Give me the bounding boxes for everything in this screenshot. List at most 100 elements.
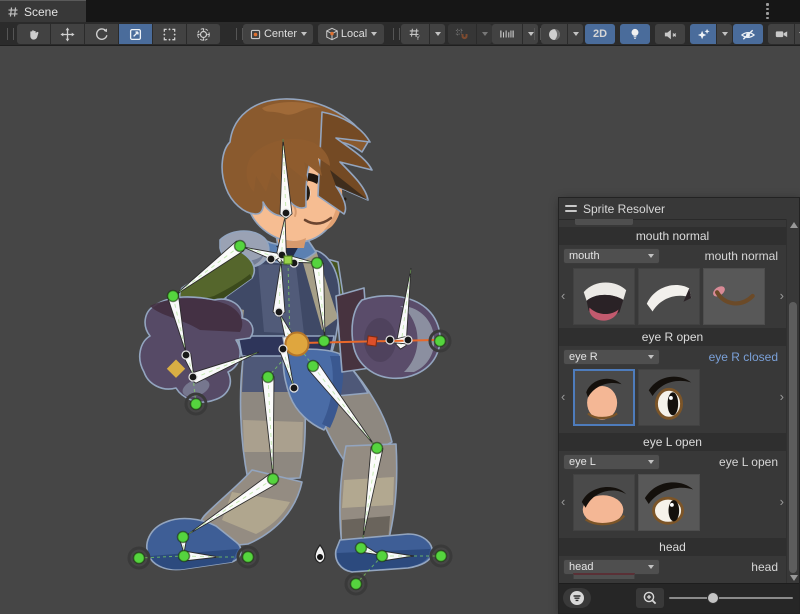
hand-tool-button[interactable] bbox=[17, 24, 50, 44]
category-dropdown[interactable]: eye R bbox=[563, 349, 660, 365]
grid-visibility-button[interactable]: Y bbox=[401, 24, 429, 44]
orientation-dropdown[interactable]: Local bbox=[318, 24, 384, 44]
drag-handle[interactable] bbox=[236, 28, 243, 40]
category-dropdown[interactable]: mouth bbox=[563, 248, 660, 264]
ik-ring-joint[interactable] bbox=[134, 553, 145, 564]
next-arrow[interactable]: › bbox=[780, 288, 784, 303]
thumbnail-eye-r-open[interactable] bbox=[638, 369, 700, 426]
transform-tool-button[interactable] bbox=[187, 24, 220, 44]
thumbnail-head-clipped[interactable] bbox=[573, 573, 635, 579]
transform-icon bbox=[196, 27, 211, 42]
camera-button[interactable] bbox=[768, 24, 794, 44]
eye-hidden-icon bbox=[740, 27, 756, 42]
bone-joint[interactable] bbox=[268, 474, 279, 485]
rotate-tool-button[interactable] bbox=[85, 24, 118, 44]
scene-visibility-button[interactable] bbox=[733, 24, 763, 44]
snap-increment-button[interactable] bbox=[492, 24, 522, 44]
tool-group bbox=[17, 24, 220, 44]
bone-joint[interactable] bbox=[356, 543, 367, 554]
grid-settings-arrow[interactable] bbox=[430, 24, 445, 44]
move-tool-button[interactable] bbox=[51, 24, 84, 44]
vertical-scrollbar[interactable] bbox=[786, 219, 799, 584]
scroll-up-arrow[interactable] bbox=[790, 222, 798, 228]
ik-ring-joint[interactable] bbox=[435, 336, 446, 347]
bone-joint[interactable] bbox=[189, 373, 197, 381]
kebab-menu-icon[interactable] bbox=[760, 3, 774, 19]
bone-joint[interactable] bbox=[282, 209, 290, 217]
bone-joint[interactable] bbox=[386, 336, 394, 344]
ik-ring-joint[interactable] bbox=[243, 552, 254, 563]
effects-toggle-button[interactable] bbox=[690, 24, 716, 44]
drag-handle[interactable] bbox=[393, 28, 400, 40]
rect-tool-icon bbox=[162, 27, 177, 42]
scroll-down-arrow[interactable] bbox=[790, 575, 798, 581]
selected-label: head bbox=[751, 560, 778, 574]
bone-joint[interactable] bbox=[182, 351, 190, 359]
drag-handle[interactable] bbox=[7, 28, 14, 40]
bone-joint[interactable] bbox=[267, 255, 275, 263]
bone-joint[interactable] bbox=[178, 532, 189, 543]
thumbnail-mouth-open[interactable] bbox=[573, 268, 635, 325]
bone-joint[interactable] bbox=[319, 336, 330, 347]
ik-ring-joint[interactable] bbox=[436, 551, 447, 562]
filter-button[interactable] bbox=[563, 588, 591, 608]
snap-button[interactable] bbox=[448, 24, 476, 44]
prev-arrow[interactable]: ‹ bbox=[561, 494, 565, 509]
camera-arrow[interactable] bbox=[795, 24, 800, 44]
section-header: head bbox=[559, 538, 786, 556]
audio-muted-icon bbox=[663, 27, 678, 42]
next-arrow[interactable]: › bbox=[780, 494, 784, 509]
bone-joint[interactable] bbox=[404, 336, 412, 344]
snap-settings-arrow[interactable] bbox=[477, 24, 492, 44]
pelvis-root-joint[interactable] bbox=[286, 333, 309, 356]
camera-icon bbox=[774, 27, 789, 41]
bone-joint[interactable] bbox=[279, 345, 287, 353]
effects-arrow[interactable] bbox=[717, 24, 732, 44]
selected-label-link[interactable]: eye R closed bbox=[709, 350, 778, 364]
scale-tool-button[interactable] bbox=[119, 24, 152, 44]
bone-joint[interactable] bbox=[308, 361, 319, 372]
sprite-resolver-panel: Sprite Resolver mouth normal mouth mouth… bbox=[558, 197, 800, 614]
bone-joint[interactable] bbox=[275, 308, 283, 316]
pivot-mode-dropdown[interactable]: Center bbox=[243, 24, 313, 44]
tab-scene[interactable]: Scene bbox=[0, 0, 86, 22]
draw-mode-button[interactable] bbox=[541, 24, 567, 44]
next-arrow[interactable]: › bbox=[780, 389, 784, 404]
selected-label: mouth normal bbox=[705, 249, 778, 263]
drag-handle[interactable] bbox=[534, 28, 541, 40]
draw-mode-arrow[interactable] bbox=[568, 24, 583, 44]
slider-thumb[interactable] bbox=[707, 592, 719, 604]
panel-header[interactable]: Sprite Resolver bbox=[559, 198, 799, 220]
ik-ring-joint[interactable] bbox=[351, 579, 362, 590]
bone-joint[interactable] bbox=[179, 551, 190, 562]
2d-toggle-button[interactable]: 2D bbox=[585, 24, 615, 44]
scrollbar-thumb[interactable] bbox=[789, 302, 797, 573]
bone-joint[interactable] bbox=[372, 443, 383, 454]
magnifier-plus-icon bbox=[642, 590, 658, 606]
category-value: eye R bbox=[569, 351, 598, 363]
thumbnail-zoom-slider[interactable] bbox=[669, 597, 793, 599]
bone-joint[interactable] bbox=[312, 258, 323, 269]
prev-arrow[interactable]: ‹ bbox=[561, 288, 565, 303]
grid-visibility-group: Y bbox=[401, 24, 445, 44]
thumbnail-mouth-smile[interactable] bbox=[703, 268, 765, 325]
zoom-button[interactable] bbox=[636, 588, 664, 608]
chevron-down-icon bbox=[648, 254, 654, 258]
audio-toggle-button[interactable] bbox=[655, 24, 685, 44]
thumbnail-eye-l-closed[interactable] bbox=[573, 474, 635, 531]
prev-arrow[interactable]: ‹ bbox=[561, 389, 565, 404]
bone-joint[interactable] bbox=[290, 384, 298, 392]
selected-joint-square[interactable] bbox=[284, 256, 292, 264]
bone-joint[interactable] bbox=[168, 291, 179, 302]
ik-target-square[interactable] bbox=[367, 336, 377, 346]
ik-ring-joint[interactable] bbox=[191, 399, 202, 410]
category-dropdown[interactable]: eye L bbox=[563, 454, 660, 470]
thumbnail-eye-r-closed[interactable] bbox=[573, 369, 635, 426]
rect-tool-button[interactable] bbox=[153, 24, 186, 44]
thumbnail-eye-l-open[interactable] bbox=[638, 474, 700, 531]
bone-joint[interactable] bbox=[235, 241, 246, 252]
bone-joint[interactable] bbox=[263, 372, 274, 383]
lighting-toggle-button[interactable] bbox=[620, 24, 650, 44]
thumbnail-mouth-closed[interactable] bbox=[638, 268, 700, 325]
bone-joint[interactable] bbox=[377, 551, 388, 562]
